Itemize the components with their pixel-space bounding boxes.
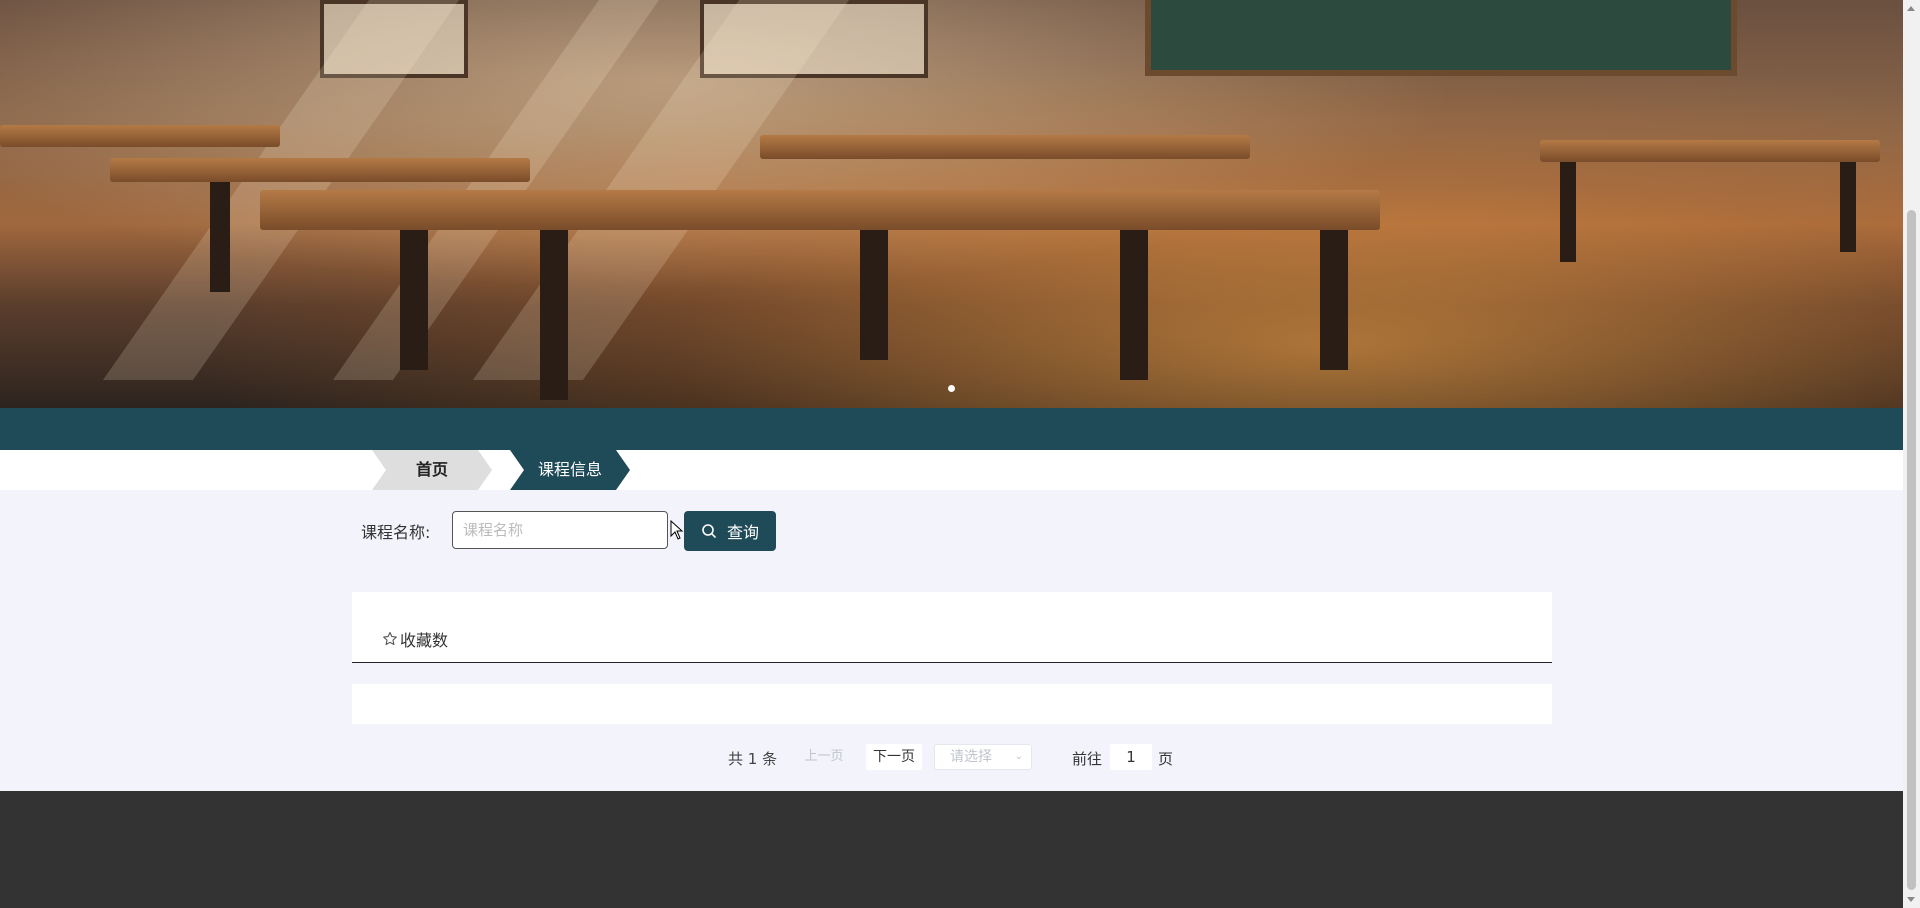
carousel-indicators [0, 377, 1903, 396]
banner-desk-leg [1560, 162, 1576, 262]
goto-label: 前往 [1072, 750, 1103, 768]
breadcrumb-home[interactable]: 首页 [372, 450, 492, 490]
goto-page-suffix: 页 [1158, 750, 1174, 768]
breadcrumb-current[interactable]: 课程信息 [510, 450, 630, 490]
next-page-button[interactable]: 下一页 [866, 744, 922, 770]
star-outline-icon [383, 631, 397, 646]
chevron-down-icon: ⌄ [1014, 751, 1023, 762]
banner-carousel[interactable] [0, 0, 1903, 408]
tab-favorites-label: 收藏数 [400, 631, 449, 650]
goto-page-input[interactable]: 1 [1110, 744, 1152, 770]
footer [0, 791, 1903, 908]
page-size-select[interactable]: 请选择 ⌄ [934, 744, 1032, 770]
banner-desk [110, 158, 530, 182]
banner-desk-leg [860, 230, 888, 360]
nav-band [0, 408, 1903, 450]
breadcrumb: 首页 课程信息 [0, 450, 1903, 490]
page: 首页 课程信息 课程名称: 查询 收藏数 共 1 条 上一页 下一页 请选择 ⌄… [0, 0, 1903, 908]
banner-desk-leg [400, 230, 428, 370]
prev-page-button[interactable]: 上一页 [802, 746, 846, 768]
search-button-label: 查询 [726, 523, 759, 542]
banner-desk-leg [1320, 230, 1348, 370]
search-input[interactable] [452, 511, 668, 549]
scrollbar[interactable] [1903, 0, 1920, 908]
tab-favorites[interactable]: 收藏数 [382, 627, 448, 651]
sort-tabs: 收藏数 [352, 592, 1552, 663]
banner-desk-leg [540, 230, 568, 400]
banner-desk-leg [1120, 230, 1148, 380]
banner-desk [260, 190, 1380, 230]
search-button[interactable]: 查询 [684, 511, 776, 551]
banner-desk [760, 135, 1250, 159]
pagination: 共 1 条 上一页 下一页 请选择 ⌄ 前往 1 页 [0, 740, 1903, 774]
banner-desk-leg [210, 182, 230, 292]
banner-desk [1540, 140, 1880, 162]
search-label: 课程名称: [361, 523, 431, 542]
page-size-placeholder: 请选择 [950, 749, 992, 765]
banner-desk [0, 125, 280, 147]
scroll-down-icon[interactable] [1907, 897, 1915, 902]
carousel-dot[interactable] [948, 385, 955, 392]
course-list [352, 684, 1552, 724]
search-icon [702, 524, 716, 538]
scroll-up-icon[interactable] [1907, 6, 1915, 11]
banner-desk-leg [1840, 162, 1856, 252]
scrollbar-thumb[interactable] [1907, 210, 1916, 890]
banner-blackboard [1145, 0, 1737, 76]
pagination-total: 共 1 条 [728, 750, 778, 768]
mouse-cursor-icon [670, 520, 684, 540]
